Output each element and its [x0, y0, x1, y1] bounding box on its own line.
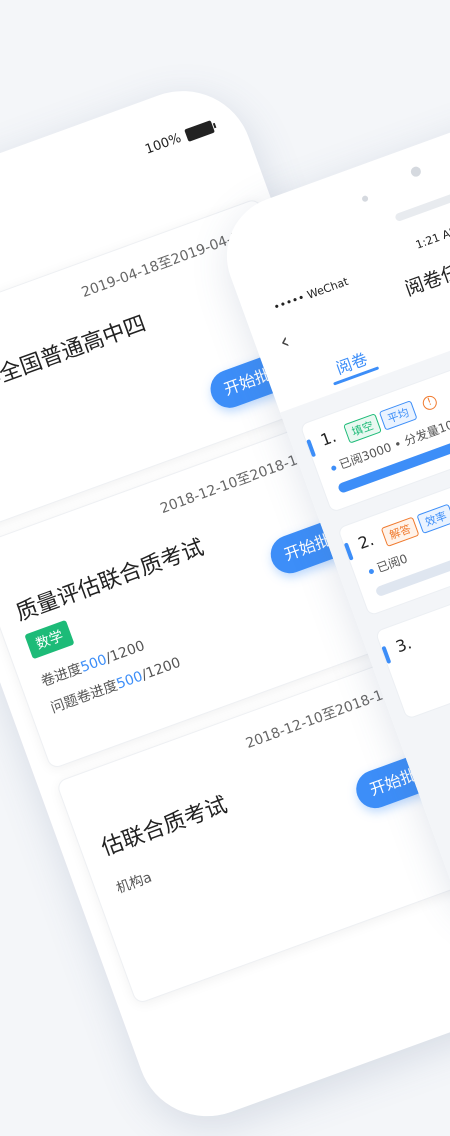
camera-dot [409, 165, 423, 179]
mode-chip: 效率 [416, 503, 450, 534]
battery-percent: 100% [143, 130, 184, 158]
exam-org: 机构a [114, 869, 155, 898]
task-stats-text: 已阅0 [374, 551, 410, 576]
task-card[interactable]: 1. 填空 平均 ! 已阅3000 • 分发量1000 [299, 290, 450, 514]
speaker-grille [394, 190, 450, 223]
exam-date: 2019-04-18至2019-04-19 [79, 225, 252, 301]
clock: 1:21 AM [413, 223, 450, 252]
type-chip: 填空 [343, 413, 382, 444]
mode-chip: 平均 [378, 400, 418, 431]
chevron-left-icon[interactable]: ‹ [276, 329, 293, 356]
card-accent [343, 542, 354, 561]
card-accent [381, 645, 392, 665]
subject-tag: 数学 [24, 619, 75, 660]
task-index: 1. [317, 426, 339, 450]
status-bar: 100% [143, 119, 215, 158]
status-dot-icon [330, 464, 338, 472]
carrier-status: ••••• WeChat [271, 274, 351, 315]
sensor-dot [361, 194, 369, 203]
task-stats: 已阅0 [366, 550, 410, 580]
warning-icon[interactable]: ! [420, 393, 439, 412]
progress-fill [374, 587, 379, 598]
page-title: 阅卷任务 [402, 253, 450, 301]
progress-label: 卷进度 [39, 660, 84, 691]
task-index: 3. [393, 633, 415, 657]
exam-title: 质量评估联合质考试 [12, 535, 208, 627]
exam-title: 联考年全国普通高中四 [0, 311, 150, 411]
progress-total: /1200 [139, 654, 183, 684]
progress-total: /1200 [103, 637, 148, 667]
exam-title: 估联合质考试 [98, 792, 231, 862]
status-dot-icon [368, 568, 375, 575]
task-index: 2. [355, 529, 377, 554]
battery-icon [184, 120, 215, 142]
card-accent [306, 439, 317, 458]
type-chip: 解答 [380, 516, 420, 547]
